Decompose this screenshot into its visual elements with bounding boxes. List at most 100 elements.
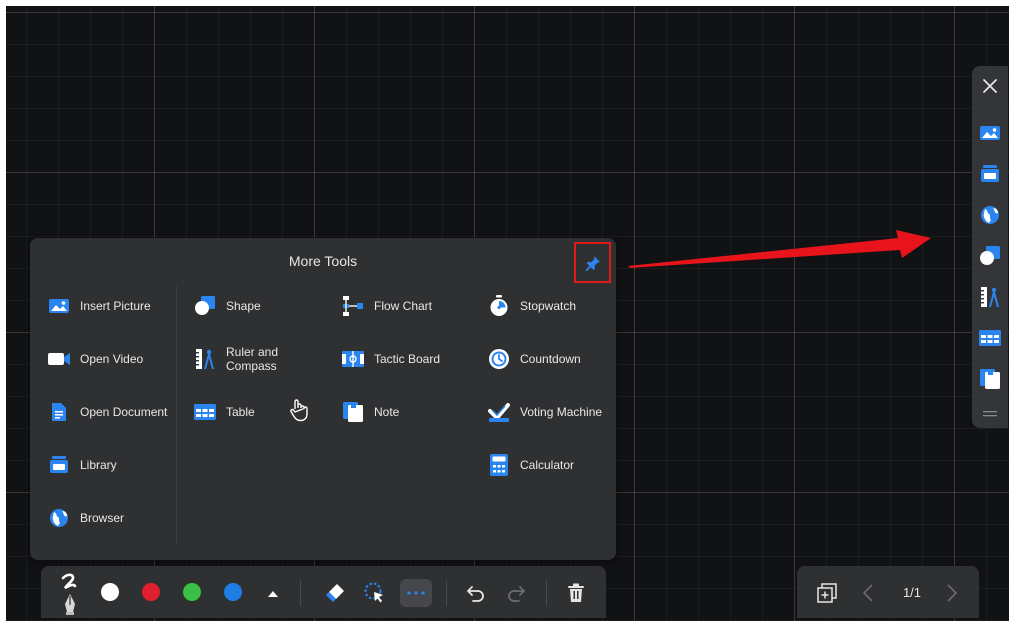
tool-label: Ruler and Compass [226, 345, 279, 373]
video-icon [48, 348, 70, 370]
tool-label: Voting Machine [520, 405, 603, 419]
tool-tactic-board[interactable]: Tactic Board [342, 345, 440, 373]
table-icon [979, 330, 1001, 346]
tool-table[interactable]: Table [194, 398, 255, 426]
pin-button[interactable] [574, 242, 611, 283]
chevron-left-icon [863, 584, 873, 602]
annotation-arrow [628, 230, 931, 268]
tool-label: Tactic Board [374, 352, 441, 366]
tool-label: Insert Picture [80, 299, 151, 313]
color-blue[interactable] [224, 583, 242, 601]
ruler-compass-icon [194, 348, 216, 370]
document-icon [48, 401, 70, 423]
sidebar-item-table[interactable] [978, 326, 1002, 350]
library-icon [981, 165, 999, 182]
tool-label: Countdown [520, 352, 581, 366]
toolbar-divider [300, 580, 301, 606]
color-swatch [224, 583, 242, 601]
tool-open-document[interactable]: Open Document [48, 398, 167, 426]
tool-label: Note [374, 405, 400, 419]
tool-note[interactable]: Note [342, 398, 399, 426]
lasso-select-icon [364, 582, 383, 603]
delete-button[interactable] [564, 581, 588, 605]
tool-label: Calculator [520, 458, 575, 472]
redo-button[interactable] [504, 581, 528, 605]
page-controls: 1/1 [797, 566, 979, 618]
tool-shape[interactable]: Shape [194, 292, 261, 320]
sidebar-item-library[interactable] [978, 162, 1002, 186]
tool-countdown[interactable]: Countdown [488, 345, 581, 373]
tool-ruler-compass[interactable]: Ruler and Compass [194, 345, 278, 373]
tool-library[interactable]: Library [48, 451, 117, 479]
toolbar-divider [546, 580, 547, 606]
caret-up-icon [268, 590, 278, 597]
calculator-icon [488, 454, 510, 476]
page-indicator: 1/1 [902, 585, 922, 600]
tool-insert-picture[interactable]: Insert Picture [48, 292, 151, 320]
select-button[interactable] [361, 580, 387, 606]
sidebar-item-browser[interactable] [978, 203, 1002, 227]
stopwatch-icon [488, 295, 510, 317]
pinned-tools-sidebar [972, 66, 1008, 428]
sidebar-close-button[interactable] [978, 74, 1002, 98]
globe-icon [981, 206, 999, 224]
tool-label: Flow Chart [374, 299, 433, 313]
color-green[interactable] [183, 583, 201, 601]
sidebar-drag-handle[interactable] [978, 402, 1002, 426]
pen-icon [61, 573, 77, 615]
drag-handle-icon [983, 411, 997, 417]
undo-icon [467, 586, 484, 602]
voting-icon [488, 401, 510, 423]
flowchart-icon [342, 295, 364, 317]
shape-icon [980, 246, 1000, 265]
expand-colors-button[interactable] [263, 584, 283, 602]
countdown-icon [488, 348, 510, 370]
tool-label: Table [226, 405, 255, 419]
tool-label: Browser [80, 511, 125, 525]
picture-icon [48, 295, 70, 317]
tool-label: Stopwatch [520, 299, 577, 313]
pin-icon [585, 255, 600, 271]
drawing-toolbar [41, 566, 606, 618]
ruler-compass-icon [981, 287, 999, 307]
tool-label: Open Video [80, 352, 144, 366]
note-icon [342, 401, 364, 423]
tool-stopwatch[interactable]: Stopwatch [488, 292, 576, 320]
shape-icon [194, 295, 216, 317]
next-page-button[interactable] [941, 581, 963, 605]
note-icon [980, 369, 1000, 389]
tool-browser[interactable]: Browser [48, 504, 124, 532]
sidebar-item-note[interactable] [978, 367, 1002, 391]
panel-title: More Tools [288, 253, 358, 269]
color-swatch [142, 583, 160, 601]
sidebar-item-picture[interactable] [978, 121, 1002, 145]
color-swatch [183, 583, 201, 601]
picture-icon [980, 126, 1000, 140]
more-tools-button[interactable] [400, 579, 432, 607]
tactic-board-icon [342, 348, 364, 370]
prev-page-button[interactable] [857, 581, 879, 605]
tool-open-video[interactable]: Open Video [48, 345, 143, 373]
tool-label: Library [80, 458, 117, 472]
color-white[interactable] [101, 583, 119, 601]
color-red[interactable] [142, 583, 160, 601]
trash-icon [568, 583, 584, 602]
tool-label: Shape [226, 299, 261, 313]
eraser-button[interactable] [323, 581, 347, 605]
add-page-button[interactable] [815, 581, 839, 605]
tool-flow-chart[interactable]: Flow Chart [342, 292, 432, 320]
pen-tool-button[interactable] [53, 570, 87, 616]
redo-icon [508, 586, 525, 602]
globe-icon [48, 507, 70, 529]
table-icon [194, 401, 216, 423]
tool-voting-machine[interactable]: Voting Machine [488, 398, 602, 426]
hand-cursor-icon [290, 399, 308, 422]
more-icon [407, 591, 425, 595]
undo-button[interactable] [464, 581, 488, 605]
add-page-icon [817, 583, 837, 603]
sidebar-item-ruler-compass[interactable] [978, 285, 1002, 309]
tool-calculator[interactable]: Calculator [488, 451, 574, 479]
chevron-right-icon [947, 584, 957, 602]
column-divider [176, 286, 177, 544]
sidebar-item-shape[interactable] [978, 244, 1002, 268]
